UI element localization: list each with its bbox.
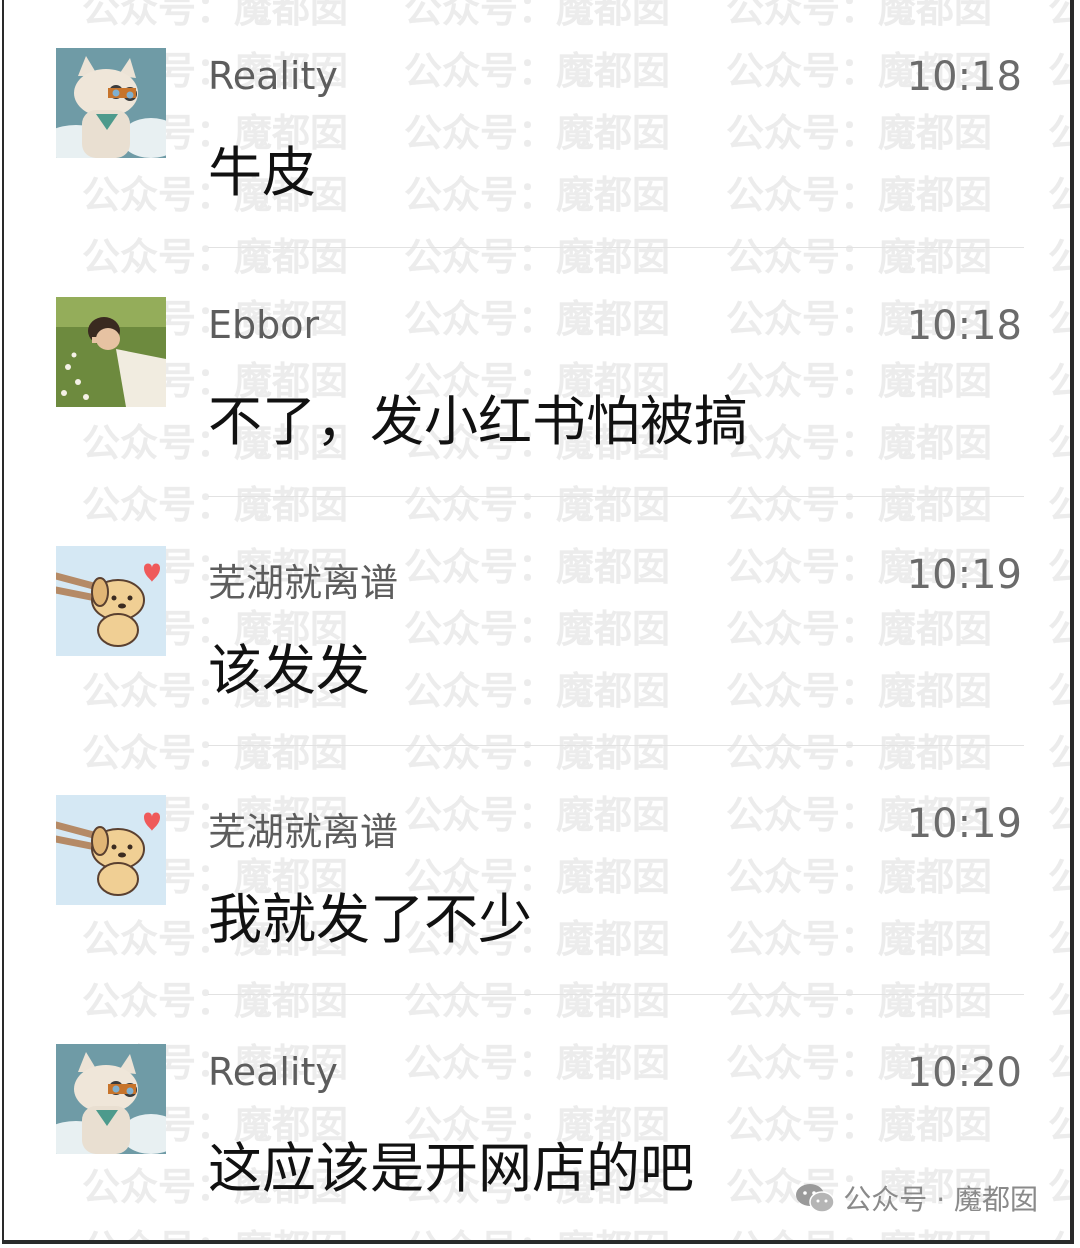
divider — [208, 496, 1024, 497]
message-time: 10:18 — [906, 303, 1022, 349]
chat-screenshot-frame: 公众号：魔都囡 公众号：魔都囡 公众号：魔都囡 公众号：魔都囡 公众号：魔都囡 公众号：魔… — [2, 0, 1074, 1244]
message-item[interactable]: 芜湖就离谱 10:19 该发发 — [4, 498, 1070, 746]
sender-name[interactable]: Ebbor — [208, 303, 319, 347]
boy-lying-in-grass-icon — [56, 297, 166, 407]
footer-watermark: 公众号 · 魔都囡 — [795, 1178, 1038, 1218]
message-item[interactable]: Ebbor 10:18 不了，发小红书怕被搞 — [4, 249, 1070, 497]
message-text: 不了，发小红书怕被搞 — [208, 390, 748, 453]
footer-watermark-text: 公众号 · 魔都囡 — [843, 1183, 1038, 1216]
wechat-icon — [795, 1181, 836, 1215]
avatar[interactable] — [56, 48, 166, 158]
message-time: 10:18 — [906, 54, 1022, 100]
avatar[interactable] — [56, 297, 166, 407]
message-text: 我就发了不少 — [208, 888, 532, 951]
divider — [208, 745, 1024, 746]
sender-name[interactable]: Reality — [208, 54, 338, 98]
avatar[interactable] — [56, 795, 166, 905]
message-item[interactable]: 芜湖就离谱 10:19 我就发了不少 — [4, 747, 1070, 995]
message-time: 10:19 — [906, 552, 1022, 598]
message-time: 10:20 — [906, 1050, 1022, 1096]
puppy-with-chopsticks-icon — [56, 795, 166, 905]
puppy-with-chopsticks-icon — [56, 546, 166, 656]
message-item[interactable]: Reality 10:18 牛皮 — [4, 0, 1070, 248]
cat-with-binoculars-icon — [56, 48, 166, 158]
sender-name[interactable]: Reality — [208, 1050, 338, 1094]
sender-name[interactable]: 芜湖就离谱 — [208, 552, 398, 607]
message-text: 牛皮 — [208, 141, 316, 204]
message-time: 10:19 — [906, 801, 1022, 847]
message-text: 这应该是开网店的吧 — [208, 1137, 694, 1200]
avatar[interactable] — [56, 546, 166, 656]
message-text: 该发发 — [208, 639, 370, 702]
avatar[interactable] — [56, 1044, 166, 1154]
divider — [208, 994, 1024, 995]
sender-name[interactable]: 芜湖就离谱 — [208, 801, 398, 856]
cat-with-binoculars-icon — [56, 1044, 166, 1154]
divider — [208, 247, 1024, 248]
